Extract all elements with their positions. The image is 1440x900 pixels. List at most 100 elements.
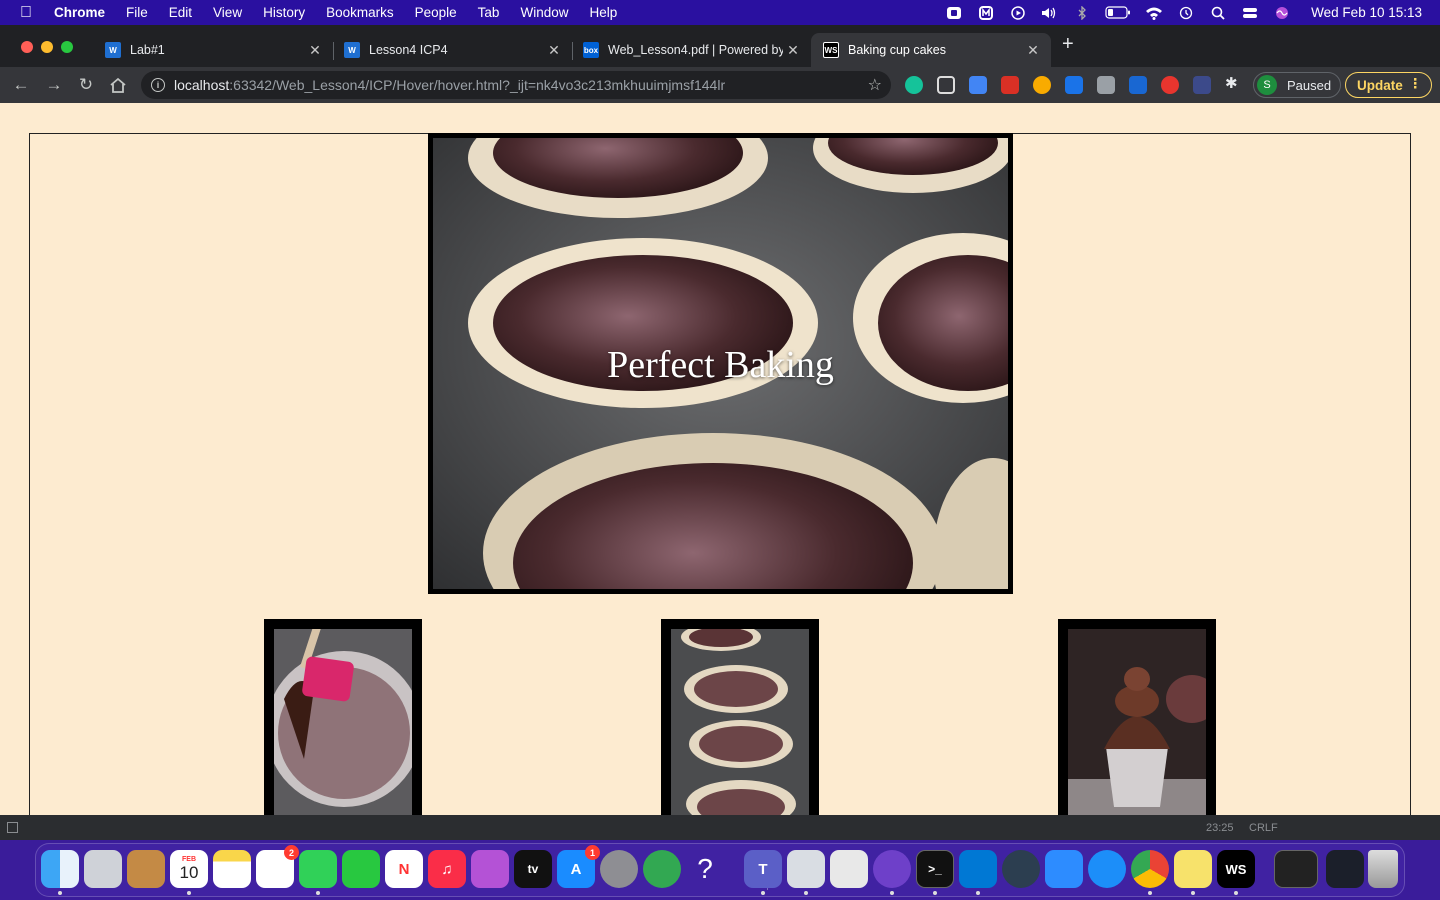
close-window-button[interactable] bbox=[21, 41, 33, 53]
chrome-icon[interactable] bbox=[1131, 850, 1169, 888]
close-tab-icon[interactable]: ✕ bbox=[305, 42, 325, 59]
status-window-icon[interactable] bbox=[7, 822, 18, 833]
more-menu-icon[interactable]: ⋮ bbox=[1409, 76, 1423, 92]
github-desktop-icon[interactable] bbox=[873, 850, 911, 888]
translate-extension-icon[interactable] bbox=[969, 76, 987, 94]
pdf-extension-icon[interactable] bbox=[1001, 76, 1019, 94]
hero-cupcake-image[interactable]: Perfect Baking bbox=[428, 133, 1013, 594]
mindnode-icon[interactable] bbox=[977, 5, 995, 20]
notes-icon[interactable] bbox=[213, 850, 251, 888]
thumbnail-frosted-cupcake-image[interactable] bbox=[1058, 619, 1216, 815]
stickies-icon[interactable] bbox=[1174, 850, 1212, 888]
caret-position[interactable]: 23:25 bbox=[1206, 822, 1234, 834]
menu-tab[interactable]: Tab bbox=[478, 5, 500, 20]
control-center-icon[interactable] bbox=[1241, 6, 1259, 20]
reminders-badge: 2 bbox=[284, 845, 299, 860]
zoom-window-button[interactable] bbox=[61, 41, 73, 53]
system-preferences-icon[interactable] bbox=[600, 850, 638, 888]
time-machine-icon[interactable] bbox=[1177, 6, 1195, 20]
menu-view[interactable]: View bbox=[213, 5, 242, 20]
running-indicator bbox=[976, 891, 980, 895]
downloads-stack-icon[interactable] bbox=[1326, 850, 1364, 888]
prohibited-app-icon[interactable] bbox=[643, 850, 681, 888]
facetime-icon[interactable] bbox=[342, 850, 380, 888]
adblock-extension-icon[interactable] bbox=[1161, 76, 1179, 94]
tab-lesson4-icp4[interactable]: W Lesson4 ICP4 ✕ bbox=[332, 33, 572, 67]
close-tab-icon[interactable]: ✕ bbox=[544, 42, 564, 59]
minimized-window-thumbnail[interactable] bbox=[1274, 850, 1318, 888]
volume-icon[interactable] bbox=[1041, 6, 1059, 20]
calendar-icon[interactable]: FEB 10 bbox=[170, 850, 208, 888]
news-icon[interactable]: N bbox=[385, 850, 423, 888]
close-tab-icon[interactable]: ✕ bbox=[783, 42, 803, 59]
stack-extension-icon[interactable] bbox=[1065, 76, 1083, 94]
chrome-remote-extension-icon[interactable] bbox=[1033, 76, 1051, 94]
wifi-icon[interactable] bbox=[1145, 6, 1163, 20]
profile-paused-button[interactable]: S Paused bbox=[1253, 72, 1341, 98]
menu-file[interactable]: File bbox=[126, 5, 148, 20]
scanner-extension-icon[interactable] bbox=[1193, 76, 1211, 94]
apple-menu-icon[interactable]:  bbox=[20, 4, 38, 22]
menu-people[interactable]: People bbox=[415, 5, 457, 20]
spotlight-search-icon[interactable] bbox=[1209, 6, 1227, 20]
podcasts-icon[interactable] bbox=[471, 850, 509, 888]
script-editor-icon[interactable] bbox=[830, 850, 868, 888]
new-tab-button[interactable]: + bbox=[1062, 33, 1074, 56]
note-extension-icon[interactable] bbox=[1129, 76, 1147, 94]
finder-icon[interactable] bbox=[41, 850, 79, 888]
play-icon[interactable] bbox=[1009, 5, 1027, 20]
thumbnail-batter-image[interactable] bbox=[264, 619, 422, 815]
menu-history[interactable]: History bbox=[263, 5, 305, 20]
close-tab-icon[interactable]: ✕ bbox=[1023, 42, 1043, 59]
menu-window[interactable]: Window bbox=[520, 5, 568, 20]
menu-edit[interactable]: Edit bbox=[169, 5, 192, 20]
terminal-icon[interactable]: >_ bbox=[916, 850, 954, 888]
tab-title: Lesson4 ICP4 bbox=[369, 43, 448, 57]
menu-app-chrome[interactable]: Chrome bbox=[54, 5, 105, 20]
batter-bowl-photo bbox=[274, 629, 412, 815]
tab-capture-extension-icon[interactable] bbox=[937, 76, 955, 94]
back-button[interactable]: ← bbox=[10, 74, 32, 96]
webstorm-icon[interactable]: WS bbox=[1217, 850, 1255, 888]
site-info-icon[interactable]: i bbox=[151, 78, 165, 92]
help-question-icon[interactable]: ? bbox=[686, 850, 724, 888]
launchpad-icon[interactable] bbox=[84, 850, 122, 888]
trash-icon[interactable] bbox=[1368, 850, 1398, 888]
grammarly-extension-icon[interactable] bbox=[905, 76, 923, 94]
minimize-window-button[interactable] bbox=[41, 41, 53, 53]
battery-icon[interactable] bbox=[1105, 6, 1131, 20]
extensions-puzzle-icon[interactable]: ✱ bbox=[1225, 74, 1243, 92]
contacts-icon[interactable] bbox=[127, 850, 165, 888]
teams-icon[interactable]: T bbox=[744, 850, 782, 888]
home-button[interactable] bbox=[107, 74, 129, 96]
tab-baking-cup-cakes[interactable]: WS Baking cup cakes ✕ bbox=[811, 33, 1051, 67]
reminders-icon[interactable]: 2 bbox=[256, 845, 299, 888]
tab-web-lesson4-pdf[interactable]: box Web_Lesson4.pdf | Powered by Box ✕ bbox=[571, 33, 811, 67]
tab-title: Lab#1 bbox=[130, 43, 165, 57]
reload-button[interactable]: ↻ bbox=[75, 74, 97, 96]
bookmark-star-icon[interactable]: ☆ bbox=[868, 75, 882, 95]
tab-lab1[interactable]: W Lab#1 ✕ bbox=[93, 33, 333, 67]
screen-record-icon[interactable] bbox=[945, 6, 963, 20]
music-icon[interactable]: ♫ bbox=[428, 850, 466, 888]
safari-icon[interactable] bbox=[1088, 850, 1126, 888]
honey-extension-icon[interactable] bbox=[1097, 76, 1115, 94]
forward-button[interactable]: → bbox=[43, 74, 65, 96]
zoom-icon[interactable] bbox=[1045, 850, 1083, 888]
line-ending[interactable]: CRLF bbox=[1249, 822, 1278, 834]
menu-help[interactable]: Help bbox=[589, 5, 617, 20]
vscode-icon[interactable] bbox=[959, 850, 997, 888]
siri-icon[interactable] bbox=[1273, 6, 1291, 20]
profile-status: Paused bbox=[1287, 77, 1332, 93]
menu-bar-clock[interactable]: Wed Feb 10 15:13 bbox=[1311, 5, 1422, 20]
messages-icon[interactable] bbox=[299, 850, 337, 888]
address-bar[interactable]: i localhost :63342/Web_Lesson4/ICP/Hover… bbox=[141, 71, 891, 99]
app-store-icon[interactable]: A 1 bbox=[557, 845, 600, 888]
menu-bookmarks[interactable]: Bookmarks bbox=[326, 5, 394, 20]
update-chrome-button[interactable]: Update ⋮ bbox=[1345, 72, 1432, 98]
preview-app-icon[interactable] bbox=[787, 850, 825, 888]
apple-tv-icon[interactable]: tv bbox=[514, 850, 552, 888]
thumbnail-muffin-tin-image[interactable] bbox=[661, 619, 819, 815]
quicktime-icon[interactable] bbox=[1002, 850, 1040, 888]
bluetooth-off-icon[interactable] bbox=[1073, 5, 1091, 20]
